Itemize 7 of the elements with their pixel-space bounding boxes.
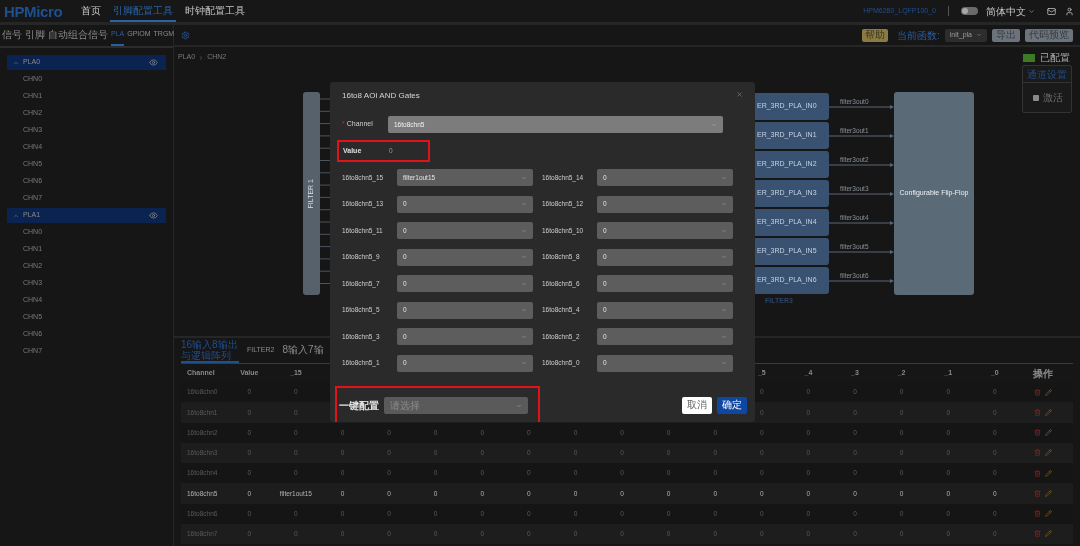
function-label: 当前函数: bbox=[897, 28, 940, 43]
dialog-title: 16to8 AOI AND Gates bbox=[342, 90, 420, 102]
panel-title: 通道设置 bbox=[1027, 67, 1067, 82]
legend-label: 已配置 bbox=[1040, 51, 1070, 65]
field-label: 一键配置 bbox=[339, 399, 380, 413]
checkbox-label: 激活 bbox=[1043, 91, 1063, 105]
column-header: 操作 bbox=[1032, 366, 1055, 381]
